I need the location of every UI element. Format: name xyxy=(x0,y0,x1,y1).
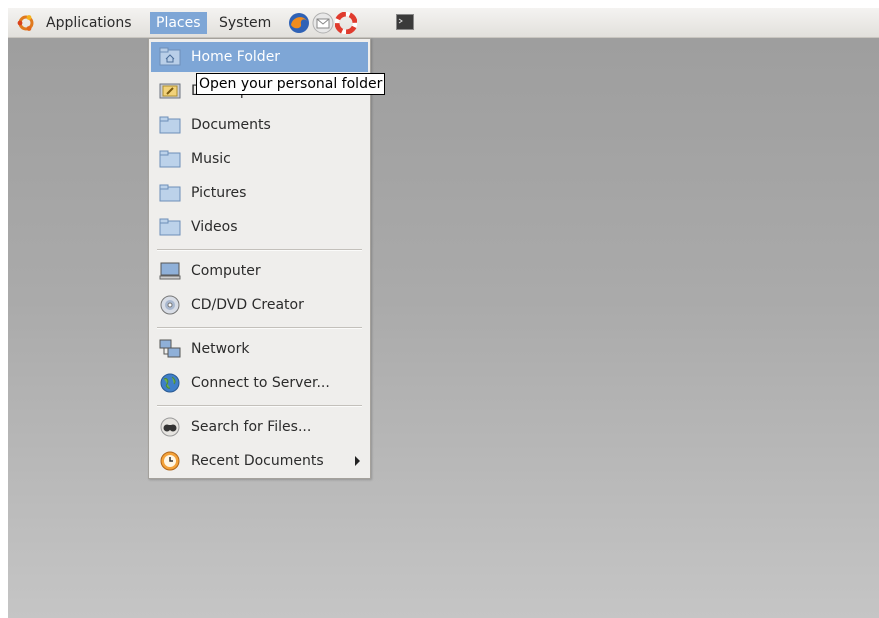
menu-item-label: CD/DVD Creator xyxy=(191,297,304,313)
menu-item-label: Search for Files... xyxy=(191,419,312,435)
menu-item-cd-dvd-creator[interactable]: CD/DVD Creator xyxy=(151,290,368,320)
menu-item-label: Recent Documents xyxy=(191,453,324,469)
menu-item-recent-documents[interactable]: Recent Documents xyxy=(151,446,368,476)
network-icon xyxy=(159,339,181,358)
tooltip: Open your personal folder xyxy=(196,73,386,95)
menu-item-connect-to-server[interactable]: Connect to Server... xyxy=(151,368,368,398)
desktop-background xyxy=(8,38,879,618)
menu-separator xyxy=(157,405,362,407)
menu-item-label: Music xyxy=(191,151,231,167)
computer-icon xyxy=(159,262,181,280)
desktop-icon xyxy=(159,83,181,99)
menu-item-search-for-files[interactable]: Search for Files... xyxy=(151,412,368,442)
submenu-arrow-icon xyxy=(355,456,360,466)
firefox-icon[interactable] xyxy=(288,12,310,34)
menu-item-documents[interactable]: Documents xyxy=(151,110,368,140)
folder-icon xyxy=(159,116,181,134)
menu-item-label: Videos xyxy=(191,219,238,235)
menu-separator xyxy=(157,327,362,329)
ubuntu-logo-icon[interactable] xyxy=(16,14,36,32)
globe-icon xyxy=(160,373,180,393)
top-panel: Applications Places System xyxy=(8,8,879,38)
menu-item-label: Network xyxy=(191,341,250,357)
places-dropdown-menu: Home Folder Desktop Documents Music Pict… xyxy=(148,38,371,479)
menu-item-label: Home Folder xyxy=(191,49,281,65)
menu-item-music[interactable]: Music xyxy=(151,144,368,174)
menu-item-label: Computer xyxy=(191,263,261,279)
terminal-icon[interactable] xyxy=(396,14,414,30)
menu-item-label: Connect to Server... xyxy=(191,375,330,391)
mail-icon[interactable] xyxy=(312,12,334,34)
folder-icon xyxy=(159,150,181,168)
cd-icon xyxy=(160,295,180,315)
menu-item-label: Pictures xyxy=(191,185,247,201)
folder-icon xyxy=(159,184,181,202)
menu-item-videos[interactable]: Videos xyxy=(151,212,368,242)
system-menu[interactable]: System xyxy=(215,12,275,34)
help-icon[interactable] xyxy=(335,12,357,34)
recent-icon xyxy=(160,451,180,471)
home-folder-icon xyxy=(159,47,181,66)
places-menu[interactable]: Places xyxy=(150,12,207,34)
menu-separator xyxy=(157,249,362,251)
menu-item-computer[interactable]: Computer xyxy=(151,256,368,286)
menu-item-pictures[interactable]: Pictures xyxy=(151,178,368,208)
search-icon xyxy=(160,417,180,437)
applications-menu[interactable]: Applications xyxy=(42,12,136,34)
menu-item-network[interactable]: Network xyxy=(151,334,368,364)
folder-icon xyxy=(159,218,181,236)
menu-item-label: Documents xyxy=(191,117,271,133)
menu-item-home-folder[interactable]: Home Folder xyxy=(151,42,368,72)
